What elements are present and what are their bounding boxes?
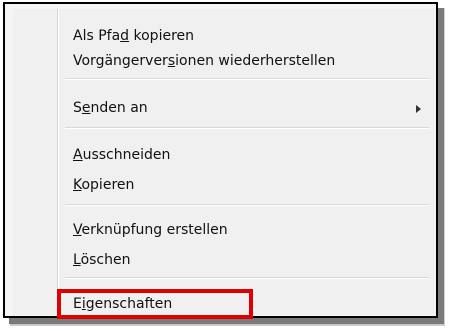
red-highlight-box [57,289,253,319]
frame-shadow-right [438,8,445,326]
menu-item-copy[interactable]: Kopieren [59,174,429,196]
menu-item-create-shortcut[interactable]: Verknüpfung erstellen [59,219,429,241]
menu-item-label: Senden an [73,100,148,116]
chevron-right-icon [416,105,421,113]
menu-item-restore-previous-versions[interactable]: Vorgängerversionen wiederherstellen [59,50,429,72]
screenshot-frame: Als Pfad kopieren Vorgängerversionen wie… [3,2,438,319]
menu-separator [65,127,429,129]
menu-item-label: Vorgängerversionen wiederherstellen [73,53,336,69]
menu-item-label: Verknüpfung erstellen [73,222,228,238]
frame-shadow-bottom [10,318,444,326]
menu-item-cut[interactable]: Ausschneiden [59,144,429,166]
menu-item-copy-as-path[interactable]: Als Pfad kopieren [59,25,429,47]
menu-separator [65,78,429,80]
menu-item-label: Löschen [73,252,131,268]
context-menu: Als Pfad kopieren Vorgängerversionen wie… [13,9,435,319]
menu-item-delete[interactable]: Löschen [59,249,429,271]
menu-item-label: Als Pfad kopieren [73,28,195,44]
menu-item-label: Ausschneiden [73,147,171,163]
menu-icon-gutter [13,9,59,315]
menu-item-send-to[interactable]: Senden an [59,97,429,119]
menu-item-label: Kopieren [73,177,135,193]
menu-separator [65,277,429,279]
menu-separator [65,204,429,206]
